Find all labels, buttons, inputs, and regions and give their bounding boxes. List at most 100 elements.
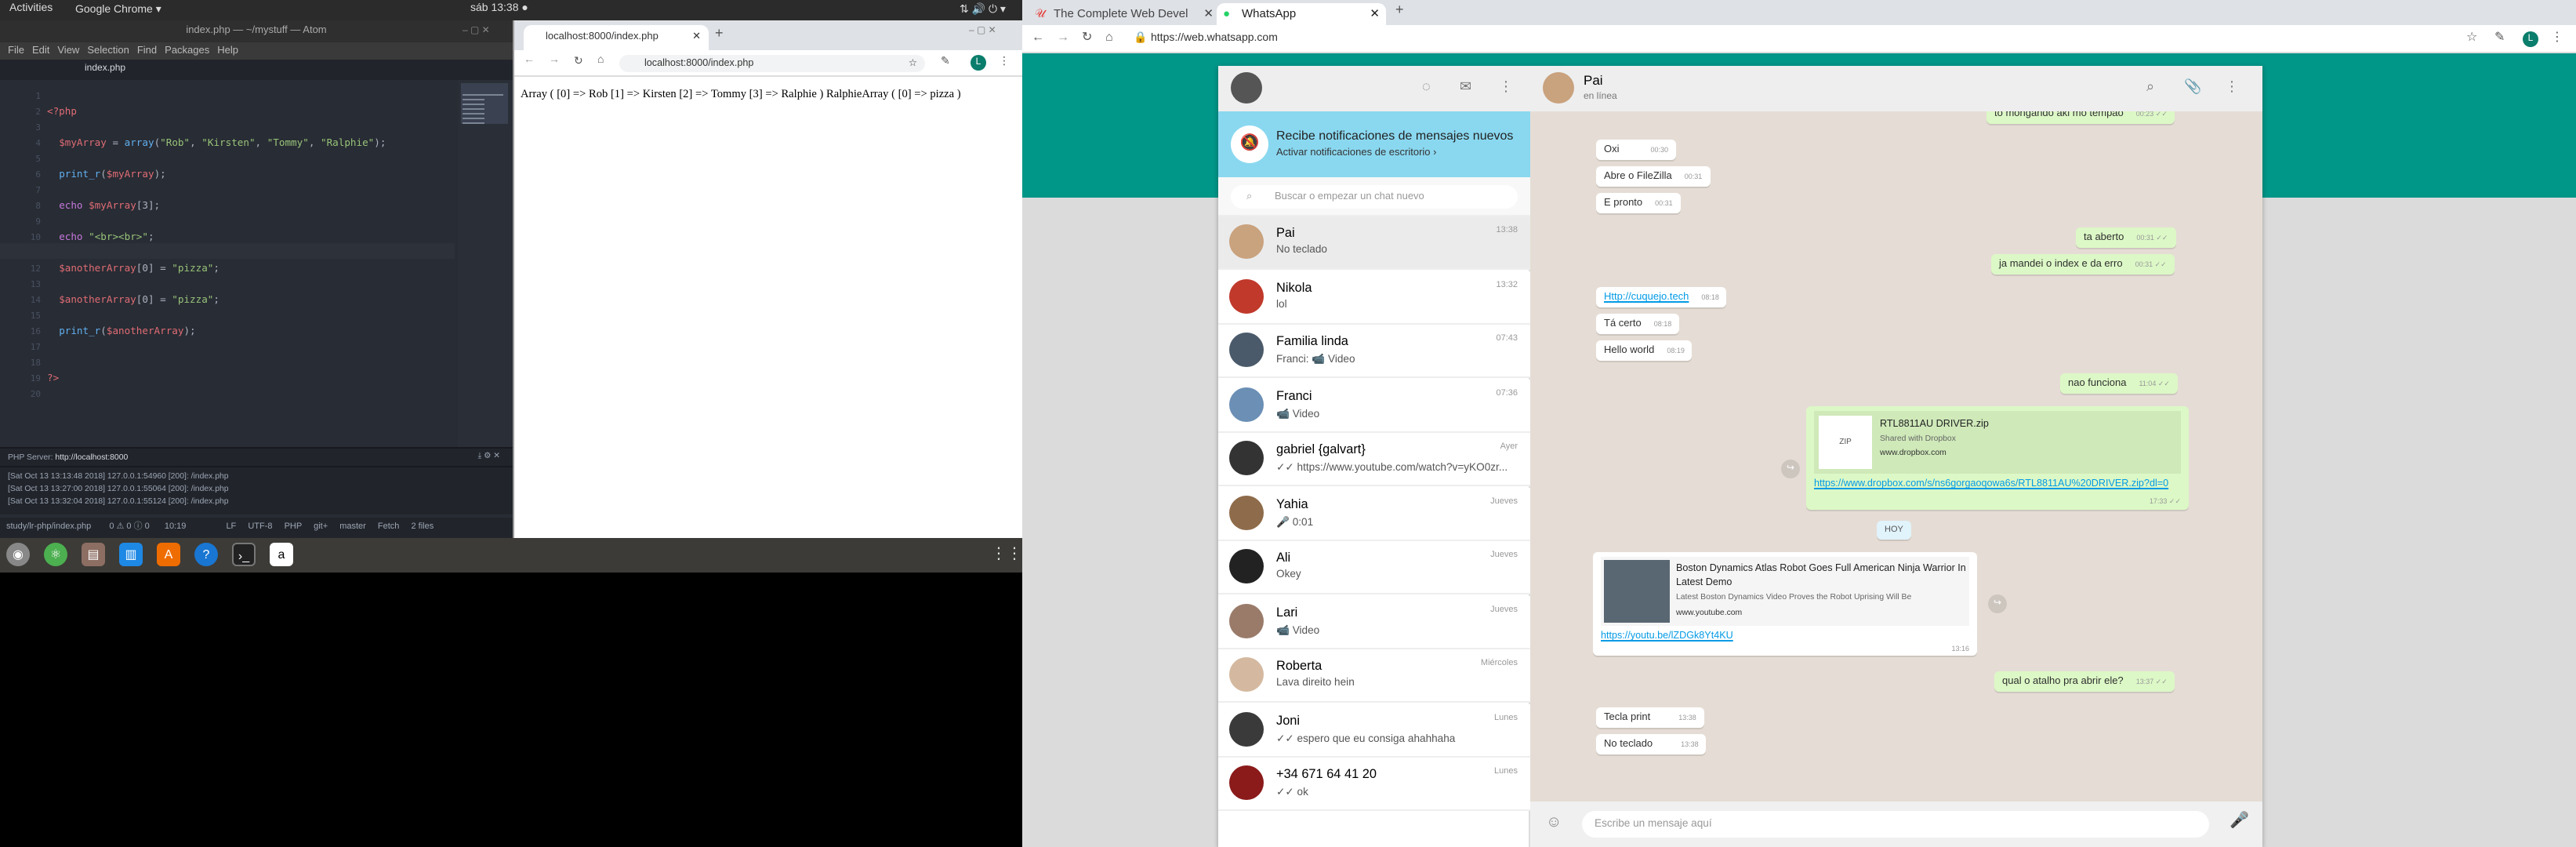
microphone-icon[interactable]: 🎤 <box>2230 812 2249 830</box>
reload-icon[interactable]: ↻ <box>574 55 583 67</box>
enable-notifications-link[interactable]: Activar notificaciones de escritorio › <box>1276 147 1437 158</box>
status-cursor-position[interactable]: 10:19 <box>165 522 187 532</box>
status-file-path[interactable]: study/lr-php/index.php <box>6 522 91 532</box>
menu-item-edit[interactable]: Edit <box>32 45 49 56</box>
status-fetch[interactable]: Fetch <box>378 522 400 532</box>
menu-icon[interactable]: ⋮ <box>2551 30 2563 44</box>
message-link[interactable]: https://www.dropbox.com/s/ns6gorgaoqowa6… <box>1814 478 2181 491</box>
menu-icon[interactable]: ⋮ <box>2225 78 2239 96</box>
bookmark-star-icon[interactable]: ☆ <box>2466 30 2477 44</box>
app-menu[interactable]: Google Chrome ▾ <box>75 3 161 16</box>
search-input[interactable]: ⌕ Buscar o empezar un chat nuevo <box>1231 185 1518 209</box>
files-icon[interactable]: ▤ <box>82 543 105 566</box>
menu-item-packages[interactable]: Packages <box>165 45 209 56</box>
minimap[interactable] <box>458 80 513 453</box>
profile-avatar[interactable]: L <box>971 55 986 71</box>
menu-item-view[interactable]: View <box>57 45 79 56</box>
status-line-ending[interactable]: LF <box>226 522 236 532</box>
chat-last-message: ✓✓ espero que eu consiga ahahhaha <box>1276 733 1456 744</box>
contact-avatar[interactable] <box>1543 72 1574 104</box>
status-grammar[interactable]: PHP <box>285 522 302 532</box>
tab-index-php[interactable]: index.php <box>38 60 210 80</box>
status-diagnostics[interactable]: 0 ⚠ 0 ⓘ 0 <box>109 522 149 532</box>
status-encoding[interactable]: UTF-8 <box>248 522 272 532</box>
chat-list-pane: ◌ ✉ ⋮ 🔕 Recibe notificaciones de mensaje… <box>1218 66 1530 847</box>
window-controls[interactable]: – ▢ ✕ <box>969 25 996 36</box>
tab-localhost[interactable]: localhost:8000/index.php ✕ <box>524 25 709 50</box>
address-bar[interactable]: localhost:8000/index.php ☆ <box>619 55 925 72</box>
chat-list-item[interactable]: Yahia Jueves 🎤 0:01 <box>1218 487 1530 540</box>
reload-icon[interactable]: ↻ <box>1082 30 1092 44</box>
menu-item-help[interactable]: Help <box>217 45 238 56</box>
attach-icon[interactable]: 📎 <box>2184 78 2201 96</box>
atom-icon[interactable]: ⚛ <box>44 543 67 566</box>
clock[interactable]: sáb 13:38 ● <box>470 3 528 14</box>
forward-icon[interactable]: → <box>1057 30 1069 44</box>
menu-item-selection[interactable]: Selection <box>87 45 129 56</box>
writer-icon[interactable]: ▥ <box>119 543 143 566</box>
chat-list-item[interactable]: Nikola 13:32 lol <box>1218 271 1530 324</box>
chat-list-item[interactable]: Joni Lunes ✓✓ espero que eu consiga ahahha… <box>1218 703 1530 757</box>
terminal-icon[interactable]: ›_ <box>232 543 256 566</box>
chat-list-item[interactable]: Roberta Miércoles Lava direito hein <box>1218 649 1530 703</box>
status-files[interactable]: 2 files <box>412 522 434 532</box>
status-git[interactable]: git+ <box>314 522 328 532</box>
activities-button[interactable]: Activities <box>9 3 53 14</box>
eyedropper-icon[interactable]: ✎ <box>2494 30 2505 44</box>
message-input[interactable]: Escribe un mensaje aquí <box>1582 811 2209 838</box>
code-editor[interactable]: <?php $myArray = array("Rob", "Kirsten",… <box>0 80 455 453</box>
new-tab-button[interactable]: + <box>1395 2 1404 17</box>
tab-udemy[interactable]: 𝒰 The Complete Web Devel ✕ <box>1029 3 1217 25</box>
close-tab-icon[interactable]: ✕ <box>1370 3 1380 25</box>
menu-item-file[interactable]: File <box>8 45 24 56</box>
menu-icon[interactable]: ⋮ <box>999 55 1010 67</box>
chat-list-item[interactable]: +34 671 64 41 20 Lunes ✓✓ ok <box>1218 758 1530 811</box>
chat-list-item[interactable]: Ali Jueves Okey <box>1218 541 1530 594</box>
close-tab-icon[interactable]: ✕ <box>692 25 701 50</box>
message-link[interactable]: https://youtu.be/lZDGk8Yt4KU <box>1601 631 1969 642</box>
home-icon[interactable]: ⌂ <box>1105 30 1113 44</box>
back-icon[interactable]: ← <box>1032 30 1044 44</box>
link-preview[interactable]: Boston Dynamics Atlas Robot Goes Full Am… <box>1601 557 1969 626</box>
tab-whatsapp[interactable]: ● WhatsApp ✕ <box>1217 3 1386 25</box>
show-apps-icon[interactable]: ⋮⋮ <box>991 543 1022 566</box>
forward-icon[interactable]: ↪ <box>1988 594 2007 613</box>
contact-name[interactable]: Pai <box>1584 72 1603 88</box>
system-tray-icons[interactable]: ⇅ 🔊 ⏻ ▾ <box>960 3 1006 17</box>
search-icon[interactable]: ⌕ <box>2146 78 2154 96</box>
chat-list-item[interactable]: Pai 13:38 No teclado <box>1218 216 1530 270</box>
status-branch[interactable]: master <box>339 522 366 532</box>
home-icon[interactable]: ⌂ <box>597 55 604 66</box>
close-tab-icon[interactable]: ✕ <box>1203 3 1214 25</box>
new-chat-icon[interactable]: ✉ <box>1460 78 1471 96</box>
message-link[interactable]: Http://cuquejo.tech <box>1604 292 1689 303</box>
chat-list-item[interactable]: Franci 07:36 📹 Video <box>1218 379 1530 432</box>
php-server-url[interactable]: http://localhost:8000 <box>55 453 128 463</box>
amazon-icon[interactable]: a <box>270 543 293 566</box>
my-avatar[interactable] <box>1231 72 1262 104</box>
message-list: to mongando aki mo tempao 00:23 ✓✓ Oxi 00:… <box>1530 111 2262 802</box>
menu-item-find[interactable]: Find <box>137 45 157 56</box>
emoji-icon[interactable]: ☺ <box>1546 814 1562 831</box>
eyedropper-icon[interactable]: ✎ <box>941 55 950 67</box>
notification-banner[interactable]: 🔕 Recibe notificaciones de mensajes nuev… <box>1218 111 1530 177</box>
address-bar[interactable]: 🔒 https://web.whatsapp.com <box>1129 28 2367 49</box>
software-center-icon[interactable]: A <box>157 543 180 566</box>
panel-controls[interactable]: ⤓ ⚙ ✕ <box>478 452 500 463</box>
chrome-icon[interactable]: ◉ <box>6 543 30 566</box>
bookmark-star-icon[interactable]: ☆ <box>909 55 917 72</box>
back-icon[interactable]: ← <box>524 55 535 66</box>
chat-list-item[interactable]: Lari Jueves 📹 Video <box>1218 595 1530 649</box>
forward-icon[interactable]: ↪ <box>1781 460 1800 478</box>
status-icon[interactable]: ◌ <box>1422 78 1431 94</box>
profile-avatar[interactable]: L <box>2523 31 2538 47</box>
forward-icon[interactable]: → <box>549 55 560 66</box>
link-preview[interactable]: ZIP RTL8811AU DRIVER.zip Shared with Dro… <box>1814 411 2181 474</box>
chat-list-item[interactable]: Familia linda 07:43 Franci: 📹 Video <box>1218 325 1530 378</box>
new-tab-button[interactable]: + <box>715 25 724 41</box>
window-controls[interactable]: – ▢ ✕ <box>463 25 490 36</box>
chat-time: Ayer <box>1500 442 1518 452</box>
menu-icon[interactable]: ⋮ <box>1499 78 1513 96</box>
chat-list-item[interactable]: gabriel {galvart} Ayer ✓✓ https://www.yout… <box>1218 433 1530 486</box>
help-icon[interactable]: ? <box>194 543 218 566</box>
